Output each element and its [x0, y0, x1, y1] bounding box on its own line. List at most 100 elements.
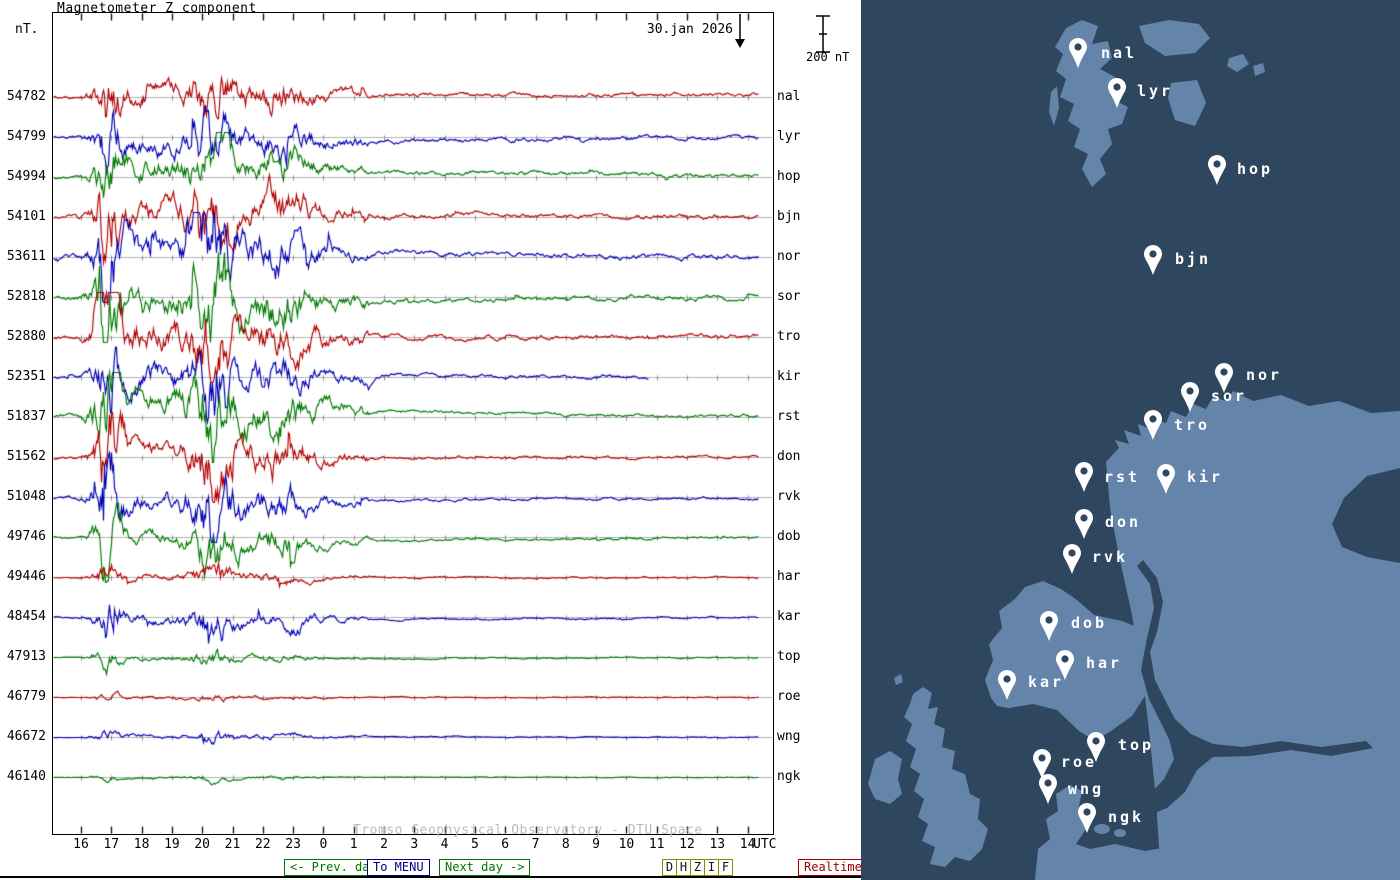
x-tick-7: 7: [531, 837, 540, 852]
trace-label-bjn: bjn: [777, 209, 801, 224]
trace-label-don: don: [777, 449, 801, 464]
component-button-F[interactable]: F: [718, 859, 733, 876]
scale-bar-label: 200 nT: [806, 50, 850, 64]
landmass: [1114, 829, 1126, 837]
x-tick-1: 1: [349, 837, 358, 852]
x-tick-11: 11: [648, 837, 665, 852]
map-label-roe: roe: [1061, 753, 1098, 771]
x-tick-12: 12: [679, 837, 695, 852]
trace-label-kar: kar: [777, 609, 801, 624]
map-label-kir: kir: [1187, 468, 1224, 486]
next-day-button[interactable]: Next day ->: [439, 859, 531, 876]
map-label-rvk: rvk: [1092, 548, 1129, 566]
x-axis-unit-label: UTC: [753, 837, 777, 852]
map-pin-sor[interactable]: [1178, 381, 1202, 413]
component-button-H[interactable]: H: [676, 859, 691, 876]
map-pin-wng[interactable]: [1036, 773, 1060, 805]
trace-label-roe: roe: [777, 689, 801, 704]
x-tick-18: 18: [133, 837, 150, 852]
map-label-nal: nal: [1101, 44, 1138, 62]
trace-label-sor: sor: [777, 289, 801, 304]
y-axis-value-nor: 53611: [6, 249, 46, 264]
map-label-hop: hop: [1237, 160, 1274, 178]
map-marker-icon: [1208, 155, 1226, 185]
y-axis-value-sor: 52818: [6, 289, 46, 304]
x-tick-5: 5: [470, 837, 479, 852]
y-axis-value-rst: 51837: [6, 409, 46, 424]
y-axis-value-bjn: 54101: [6, 209, 46, 224]
map-marker-icon: [998, 670, 1016, 700]
trace-label-nor: nor: [777, 249, 801, 264]
map-label-lyr: lyr: [1137, 82, 1174, 100]
realtime-button[interactable]: Realtime: [798, 859, 868, 876]
trace-label-lyr: lyr: [777, 129, 801, 144]
map-marker-icon: [1078, 803, 1096, 833]
map-pin-ngk[interactable]: [1075, 802, 1099, 834]
x-tick-20: 20: [194, 837, 211, 852]
trace-label-nal: nal: [777, 89, 801, 104]
map-marker-icon: [1075, 462, 1093, 492]
map-pin-hop[interactable]: [1205, 154, 1229, 186]
map-pin-bjn[interactable]: [1141, 244, 1165, 276]
map-marker-icon: [1181, 382, 1199, 412]
map-pin-kir[interactable]: [1154, 463, 1178, 495]
trace-label-rvk: rvk: [777, 489, 801, 504]
x-tick-23: 23: [285, 837, 301, 852]
component-button-D[interactable]: D: [662, 859, 677, 876]
map-marker-icon: [1157, 464, 1175, 494]
map-label-kar: kar: [1028, 673, 1065, 691]
station-map: nal lyr hop bjn nor sor tro rst kir don rvk dob har k…: [861, 0, 1400, 880]
component-button-I[interactable]: I: [704, 859, 719, 876]
map-pin-rst[interactable]: [1072, 461, 1096, 493]
trace-label-top: top: [777, 649, 801, 664]
trace-label-tro: tro: [777, 329, 801, 344]
x-tick-9: 9: [592, 837, 600, 852]
trace-label-wng: wng: [777, 729, 801, 744]
component-button-Z[interactable]: Z: [690, 859, 705, 876]
plot-area: Tromso Geophysical Observatory - DTU Spa…: [52, 12, 774, 838]
map-marker-icon: [1069, 38, 1087, 68]
y-axis-value-roe: 46779: [6, 689, 46, 704]
y-axis-value-har: 49446: [6, 569, 46, 584]
map-pin-nal[interactable]: [1066, 37, 1090, 69]
map-label-har: har: [1086, 654, 1123, 672]
y-axis-value-tro: 52880: [6, 329, 46, 344]
map-pin-kar[interactable]: [995, 669, 1019, 701]
map-label-tro: tro: [1174, 416, 1211, 434]
map-label-nor: nor: [1246, 366, 1283, 384]
y-axis-value-lyr: 54799: [6, 129, 46, 144]
map-pin-dob[interactable]: [1037, 610, 1061, 642]
y-axis-value-wng: 46672: [6, 729, 46, 744]
map-label-don: don: [1105, 513, 1142, 531]
map-pin-tro[interactable]: [1141, 409, 1165, 441]
trace-label-rst: rst: [777, 409, 801, 424]
map-label-bjn: bjn: [1175, 250, 1212, 268]
trace-label-hop: hop: [777, 169, 801, 184]
x-tick-6: 6: [501, 837, 510, 852]
map-marker-icon: [1063, 544, 1081, 574]
x-tick-19: 19: [164, 837, 180, 852]
x-tick-17: 17: [103, 837, 120, 852]
x-tick-10: 10: [618, 837, 635, 852]
map-label-rst: rst: [1104, 468, 1141, 486]
y-axis-value-nal: 54782: [6, 89, 46, 104]
map-marker-icon: [1075, 509, 1093, 539]
map-pin-rvk[interactable]: [1060, 543, 1084, 575]
map-label-ngk: ngk: [1108, 808, 1145, 826]
x-tick-0: 0: [319, 837, 328, 852]
tgo-magnetometer-page: Magnetometer Z component nT. 30.jan 2026…: [0, 0, 1400, 880]
map-marker-icon: [1039, 774, 1057, 804]
to-menu-button[interactable]: To MENU: [367, 859, 430, 876]
x-tick-13: 13: [709, 837, 726, 852]
map-pin-don[interactable]: [1072, 508, 1096, 540]
trace-label-har: har: [777, 569, 801, 584]
x-tick-8: 8: [561, 837, 570, 852]
trace-label-kir: kir: [777, 369, 801, 384]
trace-label-ngk: ngk: [777, 769, 801, 784]
y-axis-value-don: 51562: [6, 449, 46, 464]
x-tick-16: 16: [73, 837, 89, 852]
map-marker-icon: [1040, 611, 1058, 641]
x-tick-2: 2: [380, 837, 388, 852]
map-pin-lyr[interactable]: [1105, 77, 1129, 109]
map-label-sor: sor: [1211, 387, 1248, 405]
